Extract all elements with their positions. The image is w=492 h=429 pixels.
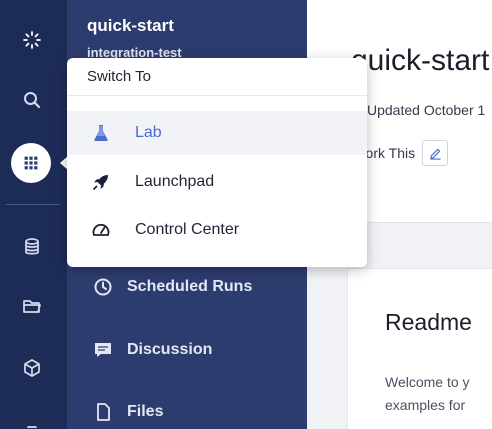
switch-menu-header: Switch To (67, 58, 367, 96)
edit-button[interactable] (422, 140, 448, 166)
menu-item-label: Launchpad (135, 173, 215, 190)
icon-rail (0, 0, 68, 429)
menu-item-launchpad[interactable]: Launchpad (67, 160, 367, 204)
readme-text-line: examples for (385, 397, 466, 413)
readme-text-line: Welcome to y (385, 374, 470, 390)
menu-item-lab[interactable]: Lab (67, 111, 367, 155)
apps-grid-icon[interactable] (11, 143, 51, 183)
page-title: quick-start (351, 44, 490, 77)
folder-icon[interactable] (10, 284, 54, 328)
readme-card: Readme Welcome to y examples for (347, 268, 492, 429)
more-icon[interactable] (10, 405, 54, 429)
pencil-icon (429, 148, 441, 160)
rail-divider (6, 204, 60, 205)
logo-icon[interactable] (10, 18, 54, 62)
nav-item-label: Discussion (127, 341, 213, 358)
nav-item-scheduled-runs[interactable]: Scheduled Runs (93, 277, 252, 297)
flask-icon (94, 125, 108, 141)
readme-title: Readme (385, 309, 472, 335)
nav-item-discussion[interactable]: Discussion (93, 340, 212, 360)
nav-item-files[interactable]: Files (93, 402, 163, 422)
gauge-icon (92, 223, 110, 236)
search-icon[interactable] (10, 78, 54, 122)
chat-icon (95, 343, 111, 357)
menu-item-control-center[interactable]: Control Center (67, 208, 367, 252)
updated-timestamp: Updated October 1 (367, 102, 486, 118)
switch-to-menu: Switch To Lab Launchpad Control Center (67, 58, 367, 267)
menu-item-label: Control Center (135, 221, 240, 238)
rocket-icon (93, 175, 108, 190)
clock-icon (94, 278, 112, 296)
project-name[interactable]: quick-start (87, 16, 174, 36)
menu-item-label: Lab (135, 124, 162, 141)
nav-item-label: Files (127, 403, 164, 420)
nav-item-label: Scheduled Runs (127, 278, 253, 295)
database-icon[interactable] (10, 225, 54, 269)
file-icon (97, 403, 110, 421)
cube-icon[interactable] (10, 346, 54, 390)
